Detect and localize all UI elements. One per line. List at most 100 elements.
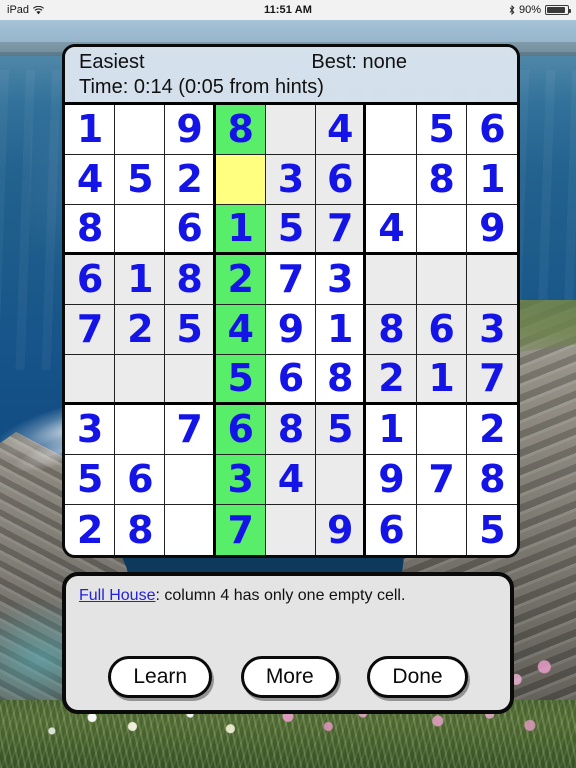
sudoku-cell-r2c7[interactable]: [366, 154, 417, 205]
sudoku-cell-r7c1[interactable]: 3: [65, 404, 116, 455]
sudoku-cell-r6c4[interactable]: 5: [215, 354, 266, 405]
sudoku-cell-r8c6[interactable]: [316, 454, 367, 505]
done-button[interactable]: Done: [367, 656, 468, 698]
sudoku-cell-r3c3[interactable]: 6: [165, 204, 216, 255]
sudoku-cell-r5c8[interactable]: 6: [416, 304, 467, 355]
sudoku-cell-r4c2[interactable]: 1: [115, 254, 166, 305]
sudoku-cell-r4c9[interactable]: [466, 254, 517, 305]
sudoku-cell-r7c4[interactable]: 6: [215, 404, 266, 455]
sudoku-cell-r1c3[interactable]: 9: [165, 104, 216, 155]
learn-button[interactable]: Learn: [108, 656, 213, 698]
sudoku-cell-r1c1[interactable]: 1: [65, 104, 116, 155]
sudoku-cell-r4c8[interactable]: [416, 254, 467, 305]
hint-body-text: : column 4 has only one empty cell.: [155, 587, 406, 604]
sudoku-cell-r6c5[interactable]: 6: [265, 354, 317, 405]
sudoku-cell-r7c7[interactable]: 1: [366, 404, 417, 455]
sudoku-cell-r8c7[interactable]: 9: [366, 454, 417, 505]
sudoku-cell-r2c5[interactable]: 3: [265, 154, 317, 205]
sudoku-cell-r1c4[interactable]: 8: [215, 104, 266, 155]
sudoku-cell-r7c2[interactable]: [115, 404, 166, 455]
more-button[interactable]: More: [240, 656, 339, 698]
sudoku-cell-r2c4[interactable]: [215, 154, 266, 205]
hint-text: Full House: column 4 has only one empty …: [66, 576, 510, 607]
sudoku-cell-r5c7[interactable]: 8: [366, 304, 417, 355]
sudoku-cell-r2c1[interactable]: 4: [65, 154, 116, 205]
sudoku-cell-r6c9[interactable]: 7: [466, 354, 517, 405]
sudoku-cell-r5c4[interactable]: 4: [215, 304, 266, 355]
sudoku-cell-r8c2[interactable]: 6: [115, 454, 166, 505]
sudoku-cell-r1c6[interactable]: 4: [316, 104, 367, 155]
board-panel: Easiest Best: none Time: 0:14 (0:05 from…: [62, 44, 520, 558]
sudoku-cell-r5c1[interactable]: 7: [65, 304, 116, 355]
sudoku-cell-r9c2[interactable]: 8: [115, 504, 166, 555]
best-time-label: Best: none: [311, 51, 407, 73]
hint-panel: Full House: column 4 has only one empty …: [62, 572, 514, 714]
sudoku-cell-r5c9[interactable]: 3: [466, 304, 517, 355]
sudoku-cell-r4c4[interactable]: 2: [215, 254, 266, 305]
sudoku-cell-r6c6[interactable]: 8: [316, 354, 367, 405]
sudoku-cell-r6c2[interactable]: [115, 354, 166, 405]
sudoku-cell-r2c2[interactable]: 5: [115, 154, 166, 205]
battery-fill: [547, 7, 565, 13]
sudoku-cell-r5c2[interactable]: 2: [115, 304, 166, 355]
sudoku-cell-r5c5[interactable]: 9: [265, 304, 317, 355]
sudoku-cell-r1c5[interactable]: [265, 104, 317, 155]
sudoku-cell-r6c3[interactable]: [165, 354, 216, 405]
sudoku-cell-r4c7[interactable]: [366, 254, 417, 305]
sudoku-cell-r8c9[interactable]: 8: [466, 454, 517, 505]
sudoku-cell-r9c1[interactable]: 2: [65, 504, 116, 555]
sudoku-cell-r3c6[interactable]: 7: [316, 204, 367, 255]
sudoku-cell-r9c3[interactable]: [165, 504, 216, 555]
sudoku-cell-r3c2[interactable]: [115, 204, 166, 255]
sudoku-cell-r9c6[interactable]: 9: [316, 504, 367, 555]
battery-percent-label: 90%: [518, 4, 541, 16]
elapsed-time-label: Time: 0:14 (0:05 from hints): [79, 75, 324, 98]
sudoku-cell-r6c7[interactable]: 2: [366, 354, 417, 405]
sudoku-cell-r3c8[interactable]: [416, 204, 467, 255]
sudoku-cell-r4c5[interactable]: 7: [265, 254, 317, 305]
sudoku-cell-r9c5[interactable]: [265, 504, 317, 555]
sudoku-cell-r7c6[interactable]: 5: [316, 404, 367, 455]
sudoku-cell-r2c9[interactable]: 1: [466, 154, 517, 205]
sudoku-cell-r8c4[interactable]: 3: [215, 454, 266, 505]
sudoku-cell-r1c7[interactable]: [366, 104, 417, 155]
hint-technique-link[interactable]: Full House: [79, 587, 155, 604]
sudoku-cell-r3c4[interactable]: 1: [215, 204, 266, 255]
sudoku-cell-r3c7[interactable]: 4: [366, 204, 417, 255]
sudoku-cell-r3c9[interactable]: 9: [466, 204, 517, 255]
sudoku-cell-r2c3[interactable]: 2: [165, 154, 216, 205]
sudoku-cell-r1c8[interactable]: 5: [416, 104, 467, 155]
sudoku-cell-r6c8[interactable]: 1: [416, 354, 467, 405]
bluetooth-icon: [509, 4, 515, 16]
sudoku-cell-r8c1[interactable]: 5: [65, 454, 116, 505]
board-header: Easiest Best: none Time: 0:14 (0:05 from…: [65, 47, 517, 102]
sudoku-grid[interactable]: 1984564523681861574961827372549186356821…: [65, 101, 517, 555]
sudoku-cell-r7c9[interactable]: 2: [466, 404, 517, 455]
battery-icon: [545, 5, 571, 15]
sudoku-cell-r8c8[interactable]: 7: [416, 454, 467, 505]
sudoku-cell-r6c1[interactable]: [65, 354, 116, 405]
sudoku-cell-r7c3[interactable]: 7: [165, 404, 216, 455]
sudoku-cell-r1c9[interactable]: 6: [466, 104, 517, 155]
hint-buttons: Learn More Done: [66, 656, 510, 698]
sudoku-cell-r9c9[interactable]: 5: [466, 504, 517, 555]
sudoku-cell-r3c5[interactable]: 5: [265, 204, 317, 255]
status-bar-clock: 11:51 AM: [263, 4, 313, 16]
sudoku-cell-r5c6[interactable]: 1: [316, 304, 367, 355]
sudoku-cell-r5c3[interactable]: 5: [165, 304, 216, 355]
sudoku-cell-r4c1[interactable]: 6: [65, 254, 116, 305]
sudoku-cell-r9c4[interactable]: 7: [215, 504, 266, 555]
sudoku-cell-r4c3[interactable]: 8: [165, 254, 216, 305]
sudoku-cell-r2c6[interactable]: 6: [316, 154, 367, 205]
difficulty-label: Easiest: [79, 51, 145, 73]
sudoku-cell-r1c2[interactable]: [115, 104, 166, 155]
sudoku-cell-r2c8[interactable]: 8: [416, 154, 467, 205]
sudoku-cell-r8c3[interactable]: [165, 454, 216, 505]
sudoku-cell-r7c5[interactable]: 8: [265, 404, 317, 455]
sudoku-cell-r9c7[interactable]: 6: [366, 504, 417, 555]
sudoku-cell-r8c5[interactable]: 4: [265, 454, 317, 505]
sudoku-cell-r3c1[interactable]: 8: [65, 204, 116, 255]
sudoku-cell-r4c6[interactable]: 3: [316, 254, 367, 305]
sudoku-cell-r7c8[interactable]: [416, 404, 467, 455]
sudoku-cell-r9c8[interactable]: [416, 504, 467, 555]
